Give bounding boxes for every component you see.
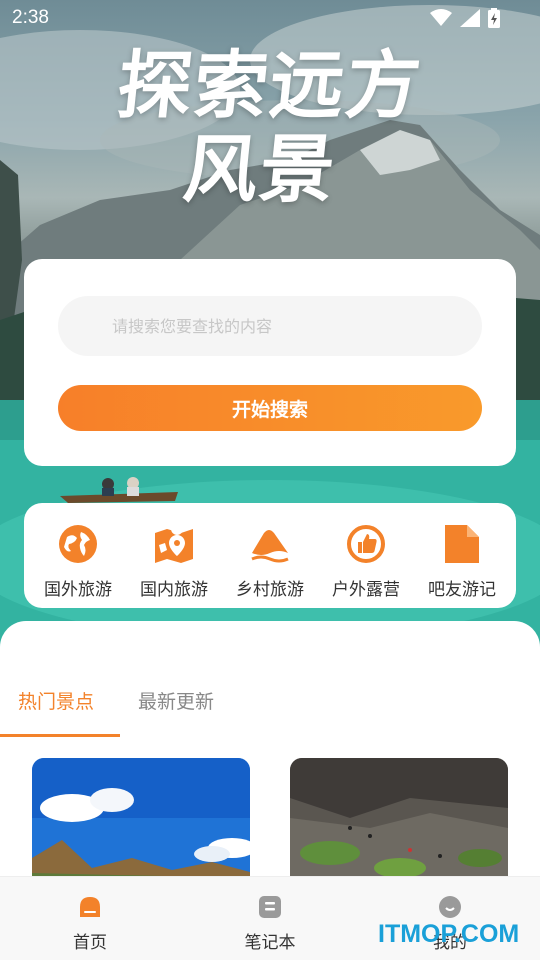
wifi-icon <box>430 9 452 26</box>
nav-home[interactable]: 首页 <box>45 895 135 953</box>
hero-title-line1: 探索远方 <box>113 43 427 129</box>
category-label: 户外露营 <box>332 580 400 600</box>
home-icon <box>80 897 100 917</box>
category-item-outdoor-camping[interactable]: 户外露营 <box>318 503 414 608</box>
sky-landscape-image <box>32 758 250 888</box>
tab-popular-spots[interactable]: 热门景点 <box>18 687 94 714</box>
nav-label: 首页 <box>73 933 107 953</box>
hero-title: 探索远方 风景 <box>0 43 540 213</box>
category-label: 吧友游记 <box>428 580 496 600</box>
profile-icon <box>439 896 461 918</box>
category-item-overseas-travel[interactable]: 国外旅游 <box>30 503 126 608</box>
spot-card-image[interactable] <box>32 758 250 888</box>
category-label: 国内旅游 <box>140 580 208 600</box>
signal-icon <box>460 9 480 27</box>
battery-icon <box>488 8 500 28</box>
thumbs-up-icon <box>347 525 385 563</box>
globe-icon <box>59 525 97 563</box>
category-bar: 国外旅游 国内旅游 乡村旅游 户外露营 吧友游记 <box>24 503 516 608</box>
mountain-icon <box>251 530 289 563</box>
category-label: 乡村旅游 <box>236 580 304 600</box>
hero-title-line2: 风景 <box>179 127 341 213</box>
category-item-rural-travel[interactable]: 乡村旅游 <box>222 503 318 608</box>
search-input[interactable] <box>58 296 482 356</box>
active-tab-indicator <box>0 734 120 737</box>
category-item-travel-notes[interactable]: 吧友游记 <box>414 503 510 608</box>
nav-label: 笔记本 <box>244 933 296 953</box>
status-time: 2:38 <box>12 7 49 28</box>
spot-card-image[interactable] <box>290 758 508 888</box>
tab-latest-updates[interactable]: 最新更新 <box>138 687 214 714</box>
search-card: 开始搜索 <box>24 259 516 466</box>
cliff-trail-image <box>290 758 508 888</box>
notebook-icon <box>259 896 281 918</box>
nav-notebook[interactable]: 笔记本 <box>225 895 315 953</box>
category-item-domestic-travel[interactable]: 国内旅游 <box>126 503 222 608</box>
watermark-logo: ITMOP.COM <box>378 920 520 948</box>
status-bar: 2:38 <box>0 0 540 36</box>
map-pin-icon <box>155 523 193 563</box>
start-search-button[interactable]: 开始搜索 <box>58 385 482 431</box>
tab-bar: 热门景点 最新更新 <box>0 687 540 739</box>
document-icon <box>445 525 479 563</box>
category-label: 国外旅游 <box>44 580 112 600</box>
